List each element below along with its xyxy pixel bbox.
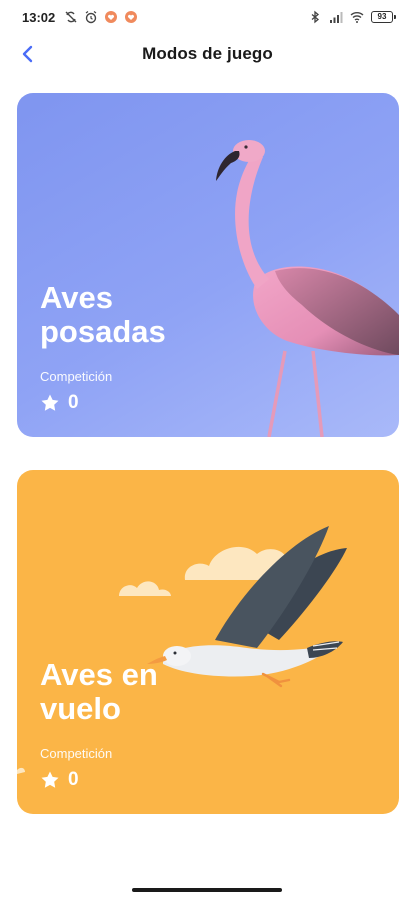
alarm-clock-icon xyxy=(84,10,98,24)
status-bar: 13:02 93 xyxy=(0,0,415,34)
heart-app-icon xyxy=(104,10,118,24)
star-icon xyxy=(41,771,59,788)
card-title: Aves posadas xyxy=(40,280,166,349)
game-mode-card-aves-en-vuelo[interactable]: Aves en vuelo Competición 0 xyxy=(17,470,399,814)
card-text: Aves en vuelo Competición 0 xyxy=(40,658,200,791)
signal-icon xyxy=(329,10,343,24)
wifi-icon xyxy=(350,10,364,24)
status-left: 13:02 xyxy=(22,10,138,25)
star-icon xyxy=(41,394,59,411)
header: Modos de juego xyxy=(0,34,415,74)
chevron-left-icon xyxy=(22,45,33,63)
game-mode-card-aves-posadas[interactable]: Aves posadas Competición 0 xyxy=(17,93,399,437)
card-subtitle: Competición xyxy=(40,369,113,384)
back-button[interactable] xyxy=(14,40,42,68)
card-subtitle: Competición xyxy=(40,746,113,761)
home-indicator[interactable] xyxy=(132,888,282,892)
card-title: Aves en vuelo xyxy=(40,657,158,726)
heart-app-icon xyxy=(124,10,138,24)
bluetooth-icon xyxy=(308,10,322,24)
score-value: 0 xyxy=(68,769,79,790)
score-value: 0 xyxy=(68,392,79,413)
status-right: 93 xyxy=(308,10,396,24)
score-row: 0 xyxy=(40,392,200,414)
battery-indicator: 93 xyxy=(371,11,396,23)
status-time: 13:02 xyxy=(22,9,56,25)
score-row: 0 xyxy=(40,769,200,791)
page-title: Modos de juego xyxy=(142,44,273,63)
sync-off-icon xyxy=(64,10,78,24)
card-text: Aves posadas Competición 0 xyxy=(40,281,200,414)
